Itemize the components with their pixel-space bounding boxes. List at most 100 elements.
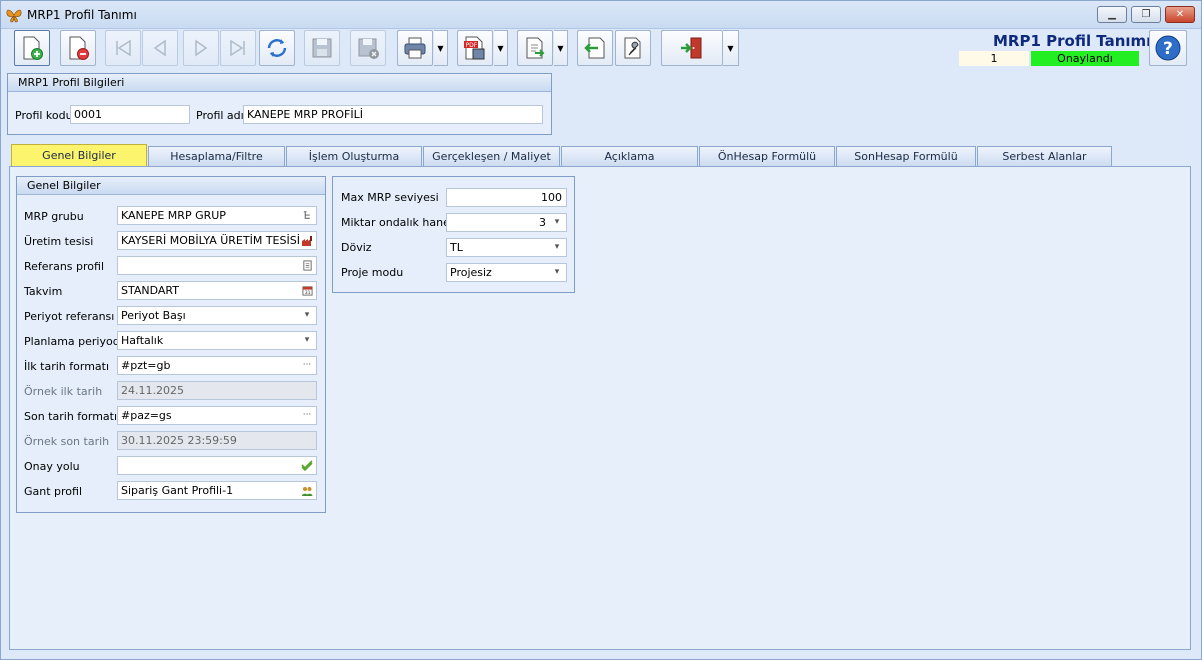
dropdown-arrow-icon[interactable]: ▾ xyxy=(300,308,314,323)
project-mode-select[interactable]: Projesiz ▾ xyxy=(446,263,567,282)
approval-path-field[interactable] xyxy=(117,456,317,475)
export-pdf-button[interactable]: PDF xyxy=(457,30,493,66)
refresh-button[interactable] xyxy=(259,30,295,66)
general-info-group: Genel Bilgiler MRP grubu KANEPE MRP GRUP… xyxy=(16,176,326,513)
pdf-icon: PDF xyxy=(464,36,485,60)
dropdown-arrow-icon[interactable]: ▾ xyxy=(550,215,564,230)
tree-picker-icon[interactable] xyxy=(300,208,314,223)
help-icon: ? xyxy=(1155,35,1181,61)
reference-profile-field[interactable] xyxy=(117,256,317,275)
last-date-format-field[interactable]: #paz=gs ··· xyxy=(117,406,317,425)
main-window: MRP1 Profil Tanımı ▁ ❐ ✕ ▼ PDF ▼ ▼ ▼ MRP… xyxy=(0,0,1202,660)
mrp-group-label: MRP grubu xyxy=(24,210,84,223)
reference-profile-label: Referans profil xyxy=(24,260,104,273)
dropdown-arrow-icon[interactable]: ▾ xyxy=(550,240,564,255)
mrp-group-field[interactable]: KANEPE MRP GRUP xyxy=(117,206,317,225)
save-icon xyxy=(312,38,332,58)
delete-record-button[interactable] xyxy=(60,30,96,66)
profile-name-field[interactable]: KANEPE MRP PROFİLİ xyxy=(243,105,543,124)
export-button[interactable] xyxy=(517,30,553,66)
chevron-down-icon: ▼ xyxy=(557,43,564,53)
tab-gerceklesen-maliyet[interactable]: Gerçekleşen / Maliyet xyxy=(423,146,560,166)
last-icon xyxy=(230,39,245,57)
tab-hesaplama-filtre[interactable]: Hesaplama/Filtre xyxy=(148,146,285,166)
approval-path-label: Onay yolu xyxy=(24,460,80,473)
chevron-down-icon: ▼ xyxy=(497,43,504,53)
project-mode-label: Proje modu xyxy=(341,266,404,279)
new-record-button[interactable] xyxy=(14,30,50,66)
first-record-button[interactable] xyxy=(105,30,141,66)
max-mrp-level-field[interactable]: 100 xyxy=(446,188,567,207)
exit-dropdown[interactable]: ▼ xyxy=(723,30,739,66)
title-bar: MRP1 Profil Tanımı ▁ ❐ ✕ xyxy=(1,1,1201,29)
last-record-button[interactable] xyxy=(220,30,256,66)
calendar-icon[interactable]: 31 xyxy=(300,283,314,298)
last-date-format-label: Son tarih formatı xyxy=(24,410,118,423)
ellipsis-icon[interactable]: ··· xyxy=(300,408,314,423)
import-button[interactable] xyxy=(577,30,613,66)
period-reference-label: Periyot referansı xyxy=(24,310,115,323)
first-date-format-label: İlk tarih formatı xyxy=(24,360,110,373)
currency-select[interactable]: TL ▾ xyxy=(446,238,567,257)
screen-title: MRP1 Profil Tanımı xyxy=(993,32,1152,50)
minimize-icon: ▁ xyxy=(1108,9,1116,20)
profile-name-label: Profil adı xyxy=(196,109,244,122)
tab-genel-bilgiler[interactable]: Genel Bilgiler xyxy=(11,144,147,167)
help-button[interactable]: ? xyxy=(1149,30,1187,66)
currency-label: Döviz xyxy=(341,241,372,254)
sample-last-date-label: Örnek son tarih xyxy=(24,435,110,448)
exit-button[interactable] xyxy=(661,30,723,66)
butterfly-logo-icon xyxy=(5,6,23,24)
quantity-decimals-select[interactable]: 3 ▾ xyxy=(446,213,567,232)
tab-islem-olusturma[interactable]: İşlem Oluşturma xyxy=(286,146,422,166)
profile-code-field[interactable]: 0001 xyxy=(70,105,190,124)
save-button[interactable] xyxy=(304,30,340,66)
chevron-down-icon: ▼ xyxy=(727,43,734,53)
print-dropdown[interactable]: ▼ xyxy=(434,30,448,66)
pdf-dropdown[interactable]: ▼ xyxy=(494,30,508,66)
planning-period-select[interactable]: Haftalık ▾ xyxy=(117,331,317,350)
production-facility-label: Üretim tesisi xyxy=(24,235,94,248)
planning-period-label: Planlama periyodu xyxy=(24,335,127,348)
record-number: 1 xyxy=(959,51,1029,66)
export-dropdown[interactable]: ▼ xyxy=(554,30,568,66)
gantt-profile-field[interactable]: Sipariş Gant Profili-1 xyxy=(117,481,317,500)
print-button[interactable] xyxy=(397,30,433,66)
delete-document-icon xyxy=(69,36,89,60)
dropdown-arrow-icon[interactable]: ▾ xyxy=(550,265,564,280)
maximize-button[interactable]: ❐ xyxy=(1131,6,1161,23)
period-reference-select[interactable]: Periyot Başı ▾ xyxy=(117,306,317,325)
previous-record-button[interactable] xyxy=(142,30,178,66)
list-picker-icon[interactable] xyxy=(300,258,314,273)
tab-sonhesap-formulu[interactable]: SonHesap Formülü xyxy=(836,146,976,166)
factory-icon[interactable] xyxy=(300,233,314,248)
calendar-field[interactable]: STANDART 31 xyxy=(117,281,317,300)
previous-icon xyxy=(153,39,166,57)
import-icon xyxy=(584,37,605,59)
approval-check-icon[interactable] xyxy=(300,458,314,473)
settings-button[interactable] xyxy=(615,30,651,66)
tab-onhesap-formulu[interactable]: ÖnHesap Formülü xyxy=(699,146,835,166)
profile-code-label: Profil kodu xyxy=(15,109,73,122)
minimize-button[interactable]: ▁ xyxy=(1097,6,1127,23)
next-record-button[interactable] xyxy=(183,30,219,66)
save-close-button[interactable] xyxy=(350,30,386,66)
tab-serbest-alanlar[interactable]: Serbest Alanlar xyxy=(977,146,1112,166)
production-facility-field[interactable]: KAYSERİ MOBİLYA ÜRETİM TESİSİ xyxy=(117,231,317,250)
svg-text:?: ? xyxy=(1163,39,1173,59)
tab-aciklama[interactable]: Açıklama xyxy=(561,146,698,166)
chevron-down-icon: ▼ xyxy=(437,43,444,53)
save-close-icon xyxy=(358,38,379,59)
sample-first-date-label: Örnek ilk tarih xyxy=(24,385,103,398)
ellipsis-icon[interactable]: ··· xyxy=(300,358,314,373)
svg-text:PDF: PDF xyxy=(466,42,478,49)
mrp-settings-group: Max MRP seviyesi 100 Miktar ondalık hane… xyxy=(332,176,575,293)
profile-info-group: MRP1 Profil Bilgileri Profil kodu 0001 P… xyxy=(7,73,552,135)
calendar-label: Takvim xyxy=(24,285,63,298)
svg-text:31: 31 xyxy=(304,290,310,296)
users-icon[interactable] xyxy=(300,483,314,498)
close-button[interactable]: ✕ xyxy=(1165,6,1195,23)
first-date-format-field[interactable]: #pzt=gb ··· xyxy=(117,356,317,375)
dropdown-arrow-icon[interactable]: ▾ xyxy=(300,333,314,348)
refresh-icon xyxy=(267,39,287,57)
